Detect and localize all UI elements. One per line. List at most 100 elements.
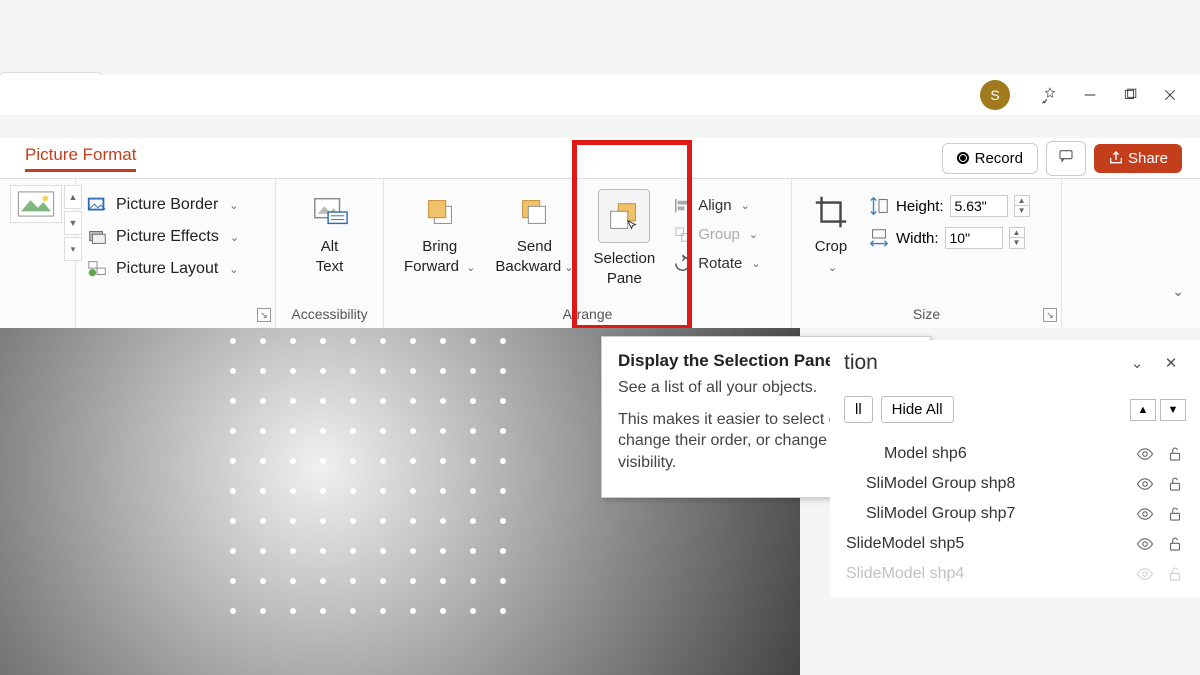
chevron-down-icon: ⌄ <box>751 257 760 270</box>
maximize-button[interactable] <box>1110 75 1150 115</box>
selection-pane-title: tion <box>844 351 878 375</box>
selection-item[interactable]: Model shp6 <box>844 439 1186 469</box>
ribbon-right-controls: Record Share <box>942 141 1182 176</box>
width-row: Width: ▲▼ <box>868 227 1030 249</box>
width-input[interactable] <box>945 227 1003 249</box>
selection-item[interactable]: SlideModel shp5 <box>844 529 1186 559</box>
move-up-icon[interactable]: ▲ <box>1130 399 1156 421</box>
chevron-down-icon: ⌄ <box>828 262 837 274</box>
style-thumbnail[interactable] <box>10 185 62 223</box>
user-avatar[interactable]: S <box>980 80 1010 110</box>
bring-forward-button[interactable]: Bring Forward ⌄ <box>394 185 485 276</box>
tab-picture-format[interactable]: Picture Format <box>25 145 136 172</box>
chevron-down-icon: ⌄ <box>229 199 238 212</box>
size-group: Crop ⌄ Height: ▲▼ Width: ▲▼ Size ↘ <box>792 179 1062 328</box>
visibility-icon[interactable] <box>1136 475 1154 493</box>
chevron-down-icon: ⌄ <box>229 263 238 276</box>
rotate-button[interactable]: Rotate ⌄ <box>669 249 764 278</box>
chevron-down-icon: ⌄ <box>741 199 750 212</box>
selection-item-label: SlideModel shp5 <box>846 535 964 553</box>
accessibility-group: Alt Text Accessibility <box>276 179 384 328</box>
share-button[interactable]: Share <box>1094 144 1182 173</box>
alt-text-label-1: Alt <box>321 238 339 255</box>
rotate-label: Rotate <box>698 255 742 272</box>
height-row: Height: ▲▼ <box>868 195 1030 217</box>
selection-item-label: SlideModel shp4 <box>846 565 964 583</box>
collapse-ribbon-icon[interactable]: ⌄ <box>1172 283 1184 300</box>
lock-icon[interactable] <box>1166 535 1184 553</box>
bring-forward-label-1: Bring <box>422 238 457 255</box>
picture-format-options: Picture Border ⌄ Picture Effects ⌄ Pictu… <box>76 179 276 328</box>
send-backward-label-2: Backward <box>495 258 561 275</box>
close-pane-icon[interactable]: ✕ <box>1156 348 1186 378</box>
lock-icon[interactable] <box>1166 445 1184 463</box>
hide-all-button[interactable]: Hide All <box>881 396 954 423</box>
selection-pane-panel: tion ⌄ ✕ ll Hide All ▲ ▼ Model shp6 SliM… <box>830 340 1200 597</box>
dot-pattern <box>230 338 530 638</box>
bring-forward-label-2: Forward <box>404 258 459 275</box>
selection-item[interactable]: SliModel Group shp7 <box>844 499 1186 529</box>
picture-border-label: Picture Border <box>116 196 218 214</box>
ribbon: ▲ ▼ ▾ Picture Border ⌄ Picture Effects ⌄… <box>0 178 1200 328</box>
align-label: Align <box>698 197 731 214</box>
chevron-down-icon: ⌄ <box>466 262 475 274</box>
comments-button[interactable] <box>1046 141 1086 176</box>
selection-item[interactable]: SliModel Group shp8 <box>844 469 1186 499</box>
arrange-group-label: Arrange <box>384 306 791 322</box>
dialog-launcher-icon[interactable]: ↘ <box>1043 308 1057 322</box>
selection-item-label: SliModel Group shp8 <box>866 475 1015 493</box>
width-spinner[interactable]: ▲▼ <box>1009 227 1025 249</box>
chevron-down-icon: ⌄ <box>749 228 758 241</box>
collapse-pane-icon[interactable]: ⌄ <box>1122 348 1152 378</box>
selection-pane-label-2: Pane <box>607 270 642 287</box>
align-button[interactable]: Align ⌄ <box>669 191 764 220</box>
height-spinner[interactable]: ▲▼ <box>1014 195 1030 217</box>
picture-layout-label: Picture Layout <box>116 260 218 278</box>
chevron-down-icon: ⌄ <box>230 231 239 244</box>
record-dot-icon <box>957 152 969 164</box>
height-label: Height: <box>896 198 944 215</box>
size-group-label: Size <box>792 306 1061 322</box>
send-backward-button[interactable]: Send Backward⌄ <box>485 185 583 276</box>
lock-icon[interactable] <box>1166 505 1184 523</box>
record-label: Record <box>975 150 1023 167</box>
picture-effects-label: Picture Effects <box>116 228 219 246</box>
titlebar: S <box>0 75 1200 115</box>
show-all-button[interactable]: ll <box>844 396 873 423</box>
group-button: Group ⌄ <box>669 220 764 249</box>
voice-icon[interactable] <box>1030 75 1070 115</box>
selection-item[interactable]: SlideModel shp4 <box>844 559 1186 589</box>
tab-row: Picture Format Record Share <box>0 138 1200 178</box>
send-backward-label-1: Send <box>517 238 552 255</box>
move-down-icon[interactable]: ▼ <box>1160 399 1186 421</box>
share-label: Share <box>1128 150 1168 167</box>
crop-label: Crop <box>815 238 848 255</box>
lock-icon[interactable] <box>1166 565 1184 583</box>
width-label: Width: <box>896 230 939 247</box>
visibility-icon[interactable] <box>1136 535 1154 553</box>
picture-layout-button[interactable]: Picture Layout ⌄ <box>82 253 269 285</box>
accessibility-group-label: Accessibility <box>276 306 383 322</box>
alt-text-button[interactable]: Alt Text <box>286 185 373 276</box>
minimize-button[interactable] <box>1070 75 1110 115</box>
selection-item-label: Model shp6 <box>884 445 967 463</box>
alt-text-label-2: Text <box>316 258 344 275</box>
picture-border-button[interactable]: Picture Border ⌄ <box>82 189 269 221</box>
group-label: Group <box>698 226 740 243</box>
picture-styles-group: ▲ ▼ ▾ <box>0 179 76 328</box>
visibility-icon[interactable] <box>1136 565 1154 583</box>
style-gallery[interactable] <box>10 185 62 225</box>
close-button[interactable] <box>1150 75 1190 115</box>
record-button[interactable]: Record <box>942 143 1038 174</box>
height-input[interactable] <box>950 195 1008 217</box>
selection-pane-label-1: Selection <box>593 250 655 267</box>
crop-button[interactable]: Crop ⌄ <box>802 185 860 276</box>
lock-icon[interactable] <box>1166 475 1184 493</box>
visibility-icon[interactable] <box>1136 445 1154 463</box>
chevron-down-icon: ⌄ <box>564 262 573 274</box>
dialog-launcher-icon[interactable]: ↘ <box>257 308 271 322</box>
selection-item-label: SliModel Group shp7 <box>866 505 1015 523</box>
selection-pane-button[interactable]: Selection Pane <box>583 185 665 288</box>
visibility-icon[interactable] <box>1136 505 1154 523</box>
picture-effects-button[interactable]: Picture Effects ⌄ <box>82 221 269 253</box>
